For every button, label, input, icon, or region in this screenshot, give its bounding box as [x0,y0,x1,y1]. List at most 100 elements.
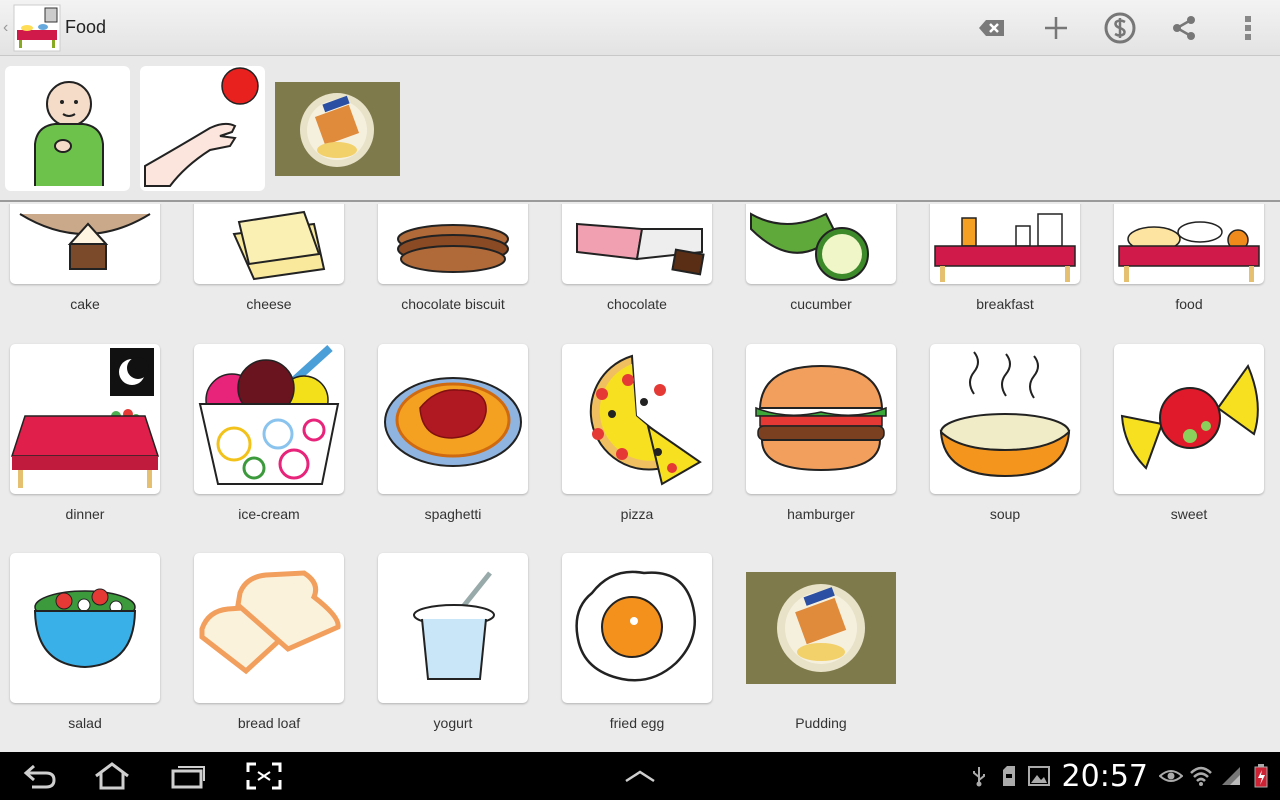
backspace-button[interactable] [960,0,1024,56]
food-category-app-icon[interactable] [13,4,61,52]
tile [930,344,1080,494]
chevron-up-icon [625,770,655,783]
strip-symbol-i[interactable] [5,66,130,191]
tile [378,553,528,703]
screenshot-button[interactable] [236,758,292,794]
person-pointing-self-icon [34,81,104,186]
grid-item-label: dinner [65,506,105,522]
status-area[interactable]: 20:57 [964,752,1280,800]
currency-icon [1104,12,1136,44]
share-button[interactable] [1152,0,1216,56]
breakfast-table-icon [934,213,1076,282]
app-drawer-button[interactable] [612,758,668,794]
hand-reaching-icon [144,67,259,187]
grid-item-label: breakfast [976,296,1034,312]
add-icon [1045,17,1067,39]
back-button[interactable] [12,758,68,794]
grid-item-label: yogurt [433,715,473,731]
eye-icon [1158,763,1184,789]
grid-item-label: hamburger [787,506,855,522]
cheese-icon [232,210,326,281]
overflow-icon [1245,16,1251,40]
ice-cream-icon [198,345,340,485]
action-bar: ‹ Food [0,0,1280,56]
clock: 20:57 [1061,758,1148,794]
sweet-candy-icon [1120,363,1259,470]
symbol-grid: cake cheese chocolate biscuit chocolate … [0,204,1280,752]
tile [562,553,712,703]
grid-item-label: spaghetti [424,506,482,522]
photo-tile [746,572,896,684]
tile [562,204,712,284]
currency-button[interactable] [1088,0,1152,56]
system-navigation-bar: 20:57 [0,752,1280,800]
grid-item-label: bread loaf [237,715,301,731]
chocolate-biscuit-icon [397,224,509,273]
tile [746,344,896,494]
home-button[interactable] [84,758,140,794]
hamburger-icon [755,364,887,472]
grid-item-label: sweet [1170,506,1208,522]
grid-item-label: chocolate biscuit [401,296,505,312]
food-table-icon [1118,221,1260,282]
overflow-menu-button[interactable] [1216,0,1280,56]
grid-item-label: food [1175,296,1203,312]
usb-icon [966,763,992,789]
cake-icon [19,213,151,270]
tile [1114,204,1264,284]
share-icon [1173,16,1195,40]
recent-apps-button[interactable] [160,758,216,794]
tile [378,344,528,494]
grid-item-label: cheese [246,296,292,312]
pudding-cup-photo [275,82,400,176]
tile [194,204,344,284]
cell-signal-icon [1218,763,1244,789]
tile [194,344,344,494]
screenshot-icon [246,762,282,790]
tile [1114,344,1264,494]
soup-bowl-icon [939,351,1071,478]
grid-item-label: soup [989,506,1021,522]
grid-item-label: Pudding [795,715,847,731]
grid-item-label: salad [68,715,102,731]
tile [930,204,1080,284]
bread-slices-icon [199,570,341,675]
grid-item-label: chocolate [607,296,667,312]
dinner-table-icon [10,348,160,488]
spaghetti-icon [384,377,522,467]
tile [562,344,712,494]
tile [746,204,896,284]
tile [194,553,344,703]
wifi-signal-icon [1188,763,1214,789]
tile [10,553,160,703]
image-icon [1026,763,1052,789]
action-buttons [960,0,1280,56]
cucumber-icon [750,212,869,281]
tile [10,204,160,284]
grid-item-label: fried egg [609,715,665,731]
strip-symbol-want[interactable] [140,66,265,191]
grid-item-label: pizza [620,506,654,522]
add-button[interactable] [1024,0,1088,56]
salad-bowl-icon [33,588,137,669]
recent-apps-icon [171,766,205,789]
page-title: Food [65,17,107,37]
up-chevron-icon[interactable]: ‹ [3,19,13,37]
strip-photo-pudding[interactable] [275,82,400,176]
backspace-icon [979,20,1004,36]
tile [10,344,160,494]
sentence-strip [0,56,1280,202]
chocolate-bar-icon [576,222,705,276]
battery-icon [1248,763,1274,789]
grid-item-label: cake [70,296,100,312]
fried-egg-icon [575,570,696,682]
yogurt-cup-icon [413,571,495,680]
grid-item-label: cucumber [790,296,852,312]
back-arrow-icon [23,764,56,789]
tile [378,204,528,284]
grid-item-label: ice-cream [238,506,300,522]
home-icon [95,762,129,790]
pudding-cup-photo [746,572,896,684]
sd-card-icon [996,763,1022,789]
pizza-icon [589,354,702,486]
